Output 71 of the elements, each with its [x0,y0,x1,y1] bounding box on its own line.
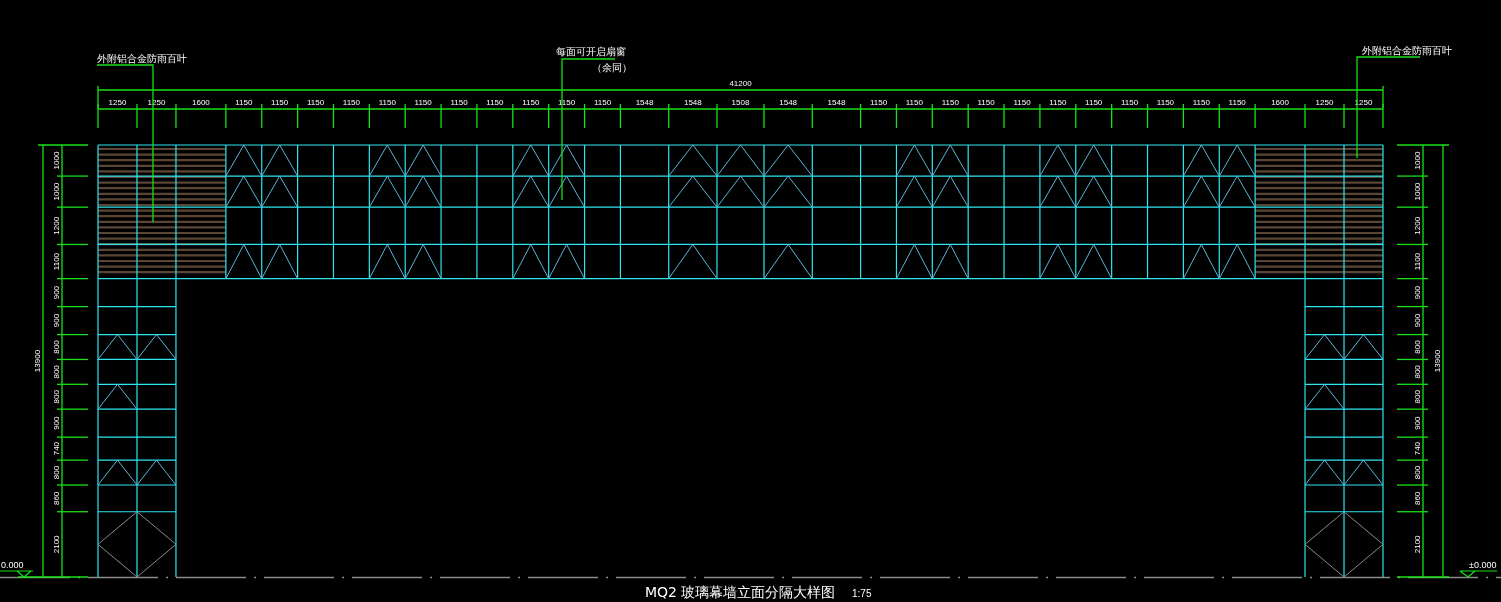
dimension-text: 1000 [52,151,61,170]
drawing-title: MQ2 玻璃幕墙立面分隔大样图 [645,584,836,600]
dimension-text: 1200 [52,216,61,235]
dimension-text: 860 [52,491,61,506]
dimension-text: 900 [1413,416,1422,430]
dimension-total-text: 13900 [1433,349,1442,373]
dimension-total-text: 41200 [729,79,752,88]
dimension-text: 1548 [683,98,702,107]
dimension-text: 1150 [1228,98,1246,107]
dimension-text: 800 [52,340,61,354]
dimension-text: 800 [52,365,61,379]
dimension-text: 1150 [1192,98,1210,107]
annotation-text: 外附铝合金防雨百叶 [1362,45,1452,56]
dimension-text: 800 [1413,465,1422,480]
dimension-text: 1150 [869,98,888,107]
level-symbol-icon [0,570,34,578]
dimension-text: 1600 [192,98,210,107]
dimension-text: 1150 [593,98,612,107]
dimension-text: 1150 [342,98,360,107]
dimension-text: 900 [52,416,61,430]
dimension-text: 1508 [731,98,750,107]
dimension-text: 1150 [941,98,959,107]
dimension-text: 1150 [486,98,504,107]
dimension-total-text: 13900 [33,349,42,373]
annotation-text: 外附铝合金防雨百叶 [97,53,187,64]
dimension-text: 2100 [52,535,61,554]
dimension-text: 1100 [1413,252,1422,271]
dimension-text: 1150 [235,98,253,107]
dimension-text: 900 [1413,313,1422,328]
dimension-text: 900 [52,285,61,300]
dimension-text: 800 [52,390,61,404]
dimension-text: 740 [52,441,61,456]
dimension-text: 900 [1413,285,1422,300]
annotation-note: （余同） [592,62,632,73]
dimension-text: 740 [1413,441,1422,456]
level-symbol-icon [1459,570,1498,578]
dimension-text: 1150 [977,98,995,107]
dimension-text: 1000 [1413,182,1422,201]
dimension-text: 800 [1413,390,1422,404]
level-text: ±0.000 [1469,560,1497,570]
dimension-text: 1548 [635,98,654,107]
dimension-text: 860 [1413,491,1422,506]
dimension-text: 1200 [1413,216,1422,235]
dimension-text: 1250 [1315,98,1334,107]
dimension-text: 1250 [108,98,127,107]
dimension-text: 800 [52,465,61,480]
dimension-text: 800 [1413,340,1422,354]
level-text: 0.000 [1,560,24,570]
dimension-text: 1150 [271,98,289,107]
dimension-text: 1150 [450,98,468,107]
annotation-text: 每面可开启扇窗 [556,46,626,57]
dimension-text: 1000 [52,182,61,201]
dimension-text: 1150 [1049,98,1067,107]
dimension-text: 1150 [522,98,540,107]
dimension-text: 1150 [1085,98,1103,107]
scale-text: 1:75 [852,588,872,599]
dimension-text: 800 [1413,365,1422,379]
dimension-text: 1150 [1121,98,1139,107]
dimension-text: 1548 [827,98,846,107]
dimension-text: 1150 [378,98,396,107]
dimension-text: 2100 [1413,535,1422,554]
dimension-text: 1548 [779,98,798,107]
dimension-text: 1150 [905,98,923,107]
dimension-text: 900 [52,313,61,328]
dimension-text: 1150 [1013,98,1031,107]
dimension-text: 1100 [52,252,61,271]
dimension-text: 1000 [1413,151,1422,170]
dimension-text: 1150 [1156,98,1175,107]
dimension-text: 1150 [306,98,325,107]
dimension-text: 1600 [1271,98,1289,107]
dimension-text: 1150 [414,98,432,107]
